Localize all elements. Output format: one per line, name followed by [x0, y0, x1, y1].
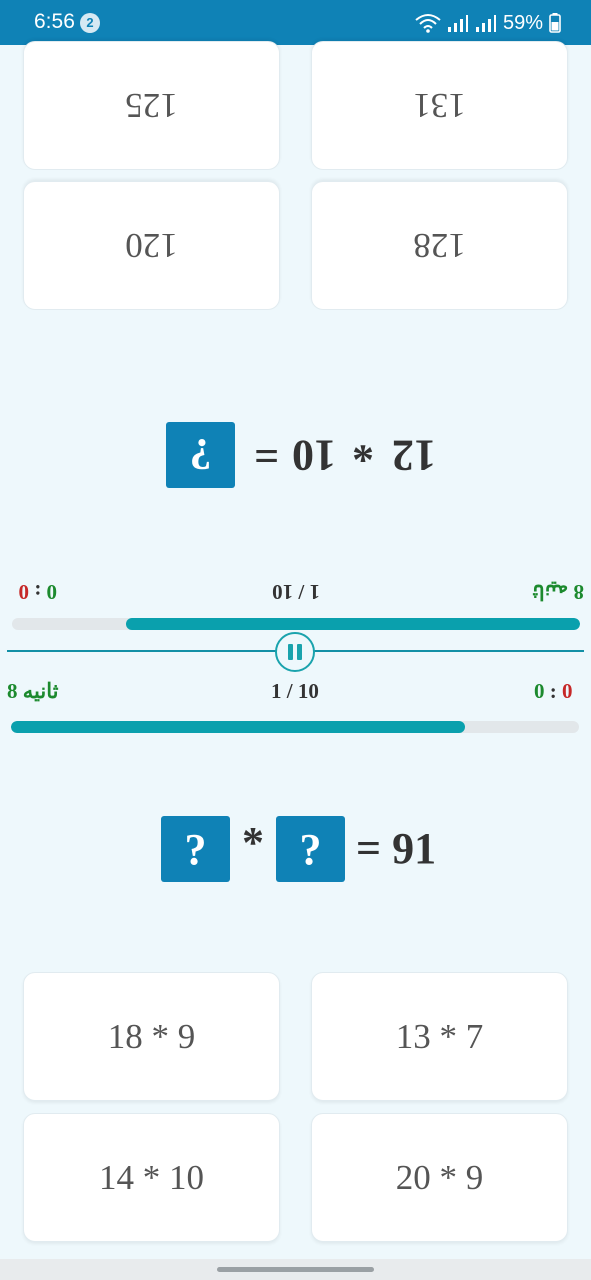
unknown-box: ? — [276, 816, 345, 882]
score-wrong: 0 — [562, 679, 573, 703]
answer-card[interactable]: 120 — [23, 181, 280, 310]
equation-operator: * — [352, 423, 374, 472]
status-bar: 6:56 2 59% — [0, 0, 591, 45]
signal-icon — [447, 15, 468, 32]
score-right: 0 — [46, 580, 58, 604]
timer-progress-bar — [11, 721, 579, 733]
score-wrong: 0 — [18, 580, 30, 604]
signal-icon — [475, 15, 496, 32]
top-player-area: 128 120 131 125 12 * 10 = ? 8 ثانیه 1 / … — [0, 41, 591, 645]
answer-card[interactable]: 13 * 7 — [311, 972, 568, 1101]
score: 0 : 0 — [534, 679, 573, 703]
equation-operator: * — [242, 818, 264, 867]
equation: 12 * 10 = ? — [0, 422, 591, 488]
home-handle[interactable] — [217, 1267, 374, 1272]
battery-icon — [549, 13, 561, 33]
status-icons: 59% — [415, 9, 561, 37]
answer-card[interactable]: 131 — [311, 41, 568, 170]
answer-card[interactable]: 125 — [23, 41, 280, 170]
notification-badge: 2 — [80, 13, 100, 33]
equation-result: = 91 — [356, 824, 437, 873]
timer-progress-fill — [11, 721, 466, 733]
equation-operand: 10 — [292, 431, 336, 480]
battery-percent: 59% — [502, 11, 543, 34]
answer-card[interactable]: 18 * 9 — [23, 972, 280, 1101]
wifi-icon — [415, 14, 441, 33]
answer-card[interactable]: 128 — [311, 181, 568, 310]
status-time: 6:56 — [34, 10, 75, 33]
answer-card[interactable]: 14 * 10 — [23, 1113, 280, 1242]
timer-label: 8 ثانیه — [7, 679, 59, 703]
unknown-box: ? — [166, 422, 235, 488]
equation-operand: 12 — [392, 431, 436, 480]
timer-progress-fill — [125, 618, 580, 630]
bottom-player-area: 8 ثانیه 1 / 10 0 : 0 ? * ? = 91 18 * 9 1… — [0, 645, 591, 1245]
timer-label: 8 ثانیه — [532, 580, 584, 604]
answer-card[interactable]: 20 * 9 — [311, 1113, 568, 1242]
score-right: 0 — [534, 679, 545, 703]
navigation-bar — [0, 1259, 591, 1280]
round-counter: 1 / 10 — [271, 679, 319, 703]
equation: ? * ? = 91 — [0, 816, 591, 882]
round-counter: 1 / 10 — [272, 580, 320, 604]
unknown-box: ? — [161, 816, 230, 882]
timer-progress-bar — [12, 618, 580, 630]
equation-equals: = — [253, 431, 279, 480]
score: 0 : 0 — [18, 580, 58, 604]
